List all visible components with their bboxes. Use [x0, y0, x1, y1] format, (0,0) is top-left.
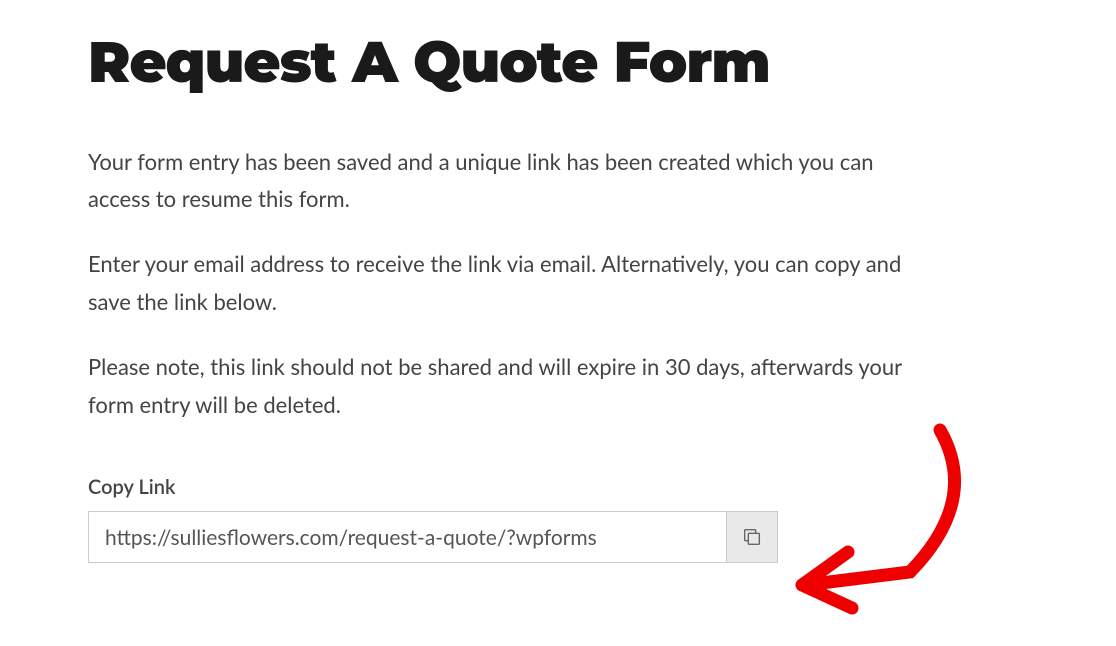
copy-button[interactable] — [726, 511, 778, 563]
saved-message: Your form entry has been saved and a uni… — [88, 143, 936, 218]
expire-notice: Please note, this link should not be sha… — [88, 348, 936, 423]
email-instruction: Enter your email address to receive the … — [88, 245, 936, 320]
copy-icon — [741, 526, 763, 548]
copy-link-section: Copy Link — [88, 475, 936, 563]
copy-link-row — [88, 511, 778, 563]
page-title: Request A Quote Form — [88, 32, 936, 95]
copy-link-input[interactable] — [88, 511, 726, 563]
copy-link-label: Copy Link — [88, 475, 936, 499]
